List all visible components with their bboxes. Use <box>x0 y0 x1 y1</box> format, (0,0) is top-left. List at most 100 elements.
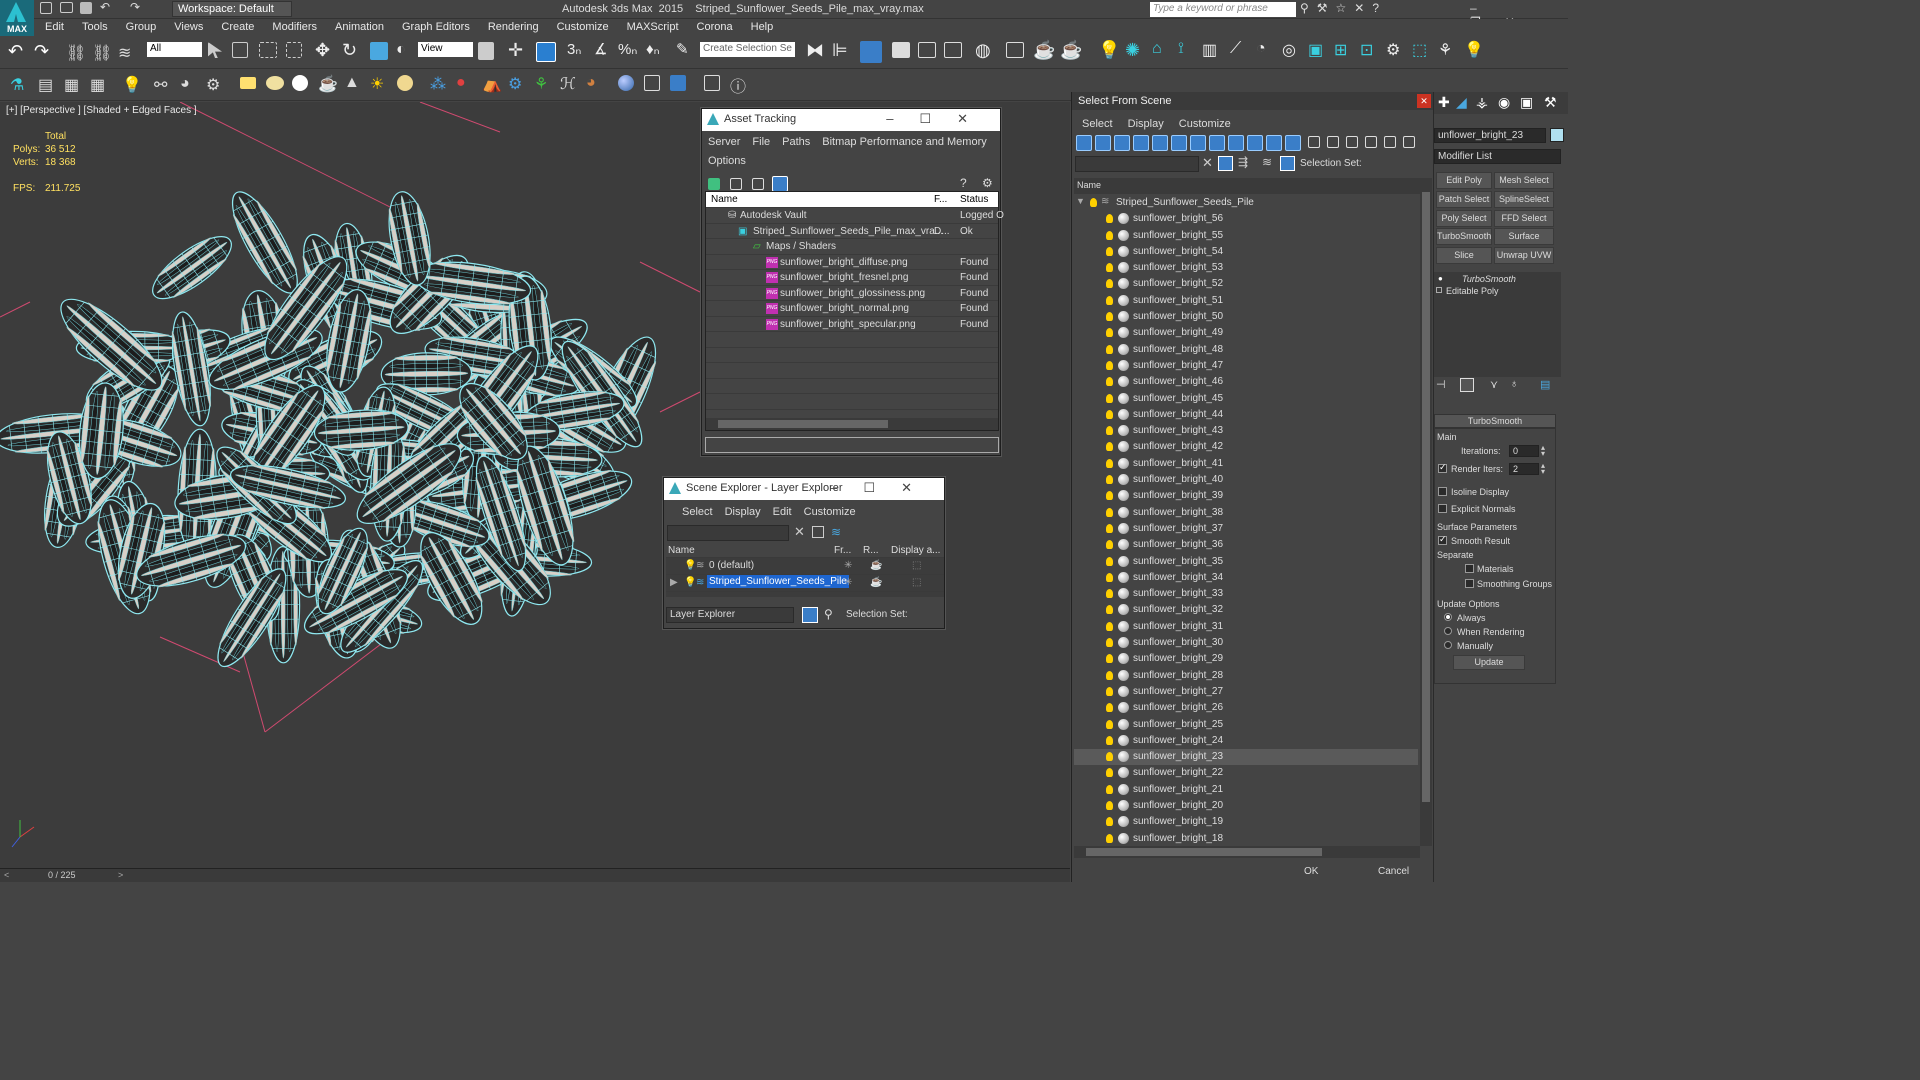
list-view-icon[interactable] <box>730 178 742 190</box>
lightbulb-icon[interactable] <box>1106 442 1113 452</box>
poly-select-button[interactable]: Poly Select <box>1436 210 1492 227</box>
vray-material-icon[interactable]: ⬚ <box>1412 40 1427 60</box>
menu-customize[interactable]: Customize <box>1173 115 1237 133</box>
lightbulb-icon[interactable] <box>1106 735 1113 745</box>
help-icon[interactable]: ? <box>960 176 967 190</box>
align-icon[interactable]: ⊫ <box>832 40 848 61</box>
menu-corona[interactable]: Corona <box>688 19 742 35</box>
menu-tools[interactable]: Tools <box>73 19 117 35</box>
lightbulb-icon[interactable] <box>1106 393 1113 403</box>
corona-converter-icon[interactable]: ▦ <box>90 75 105 95</box>
table-row[interactable]: ▱ Maps / Shaders <box>706 239 998 255</box>
patch-select-button[interactable]: Patch Select <box>1436 191 1492 208</box>
object-name-field[interactable]: unflower_bright_23 <box>1434 128 1546 143</box>
hair-icon[interactable]: ℋ <box>560 74 576 94</box>
column-frozen[interactable]: Fr... <box>834 545 851 556</box>
settings-icon[interactable]: ⚙ <box>982 176 993 190</box>
scale-icon[interactable] <box>370 42 388 60</box>
material-editor-icon[interactable]: ◍ <box>975 40 991 61</box>
scrollbar-thumb[interactable] <box>1086 848 1322 856</box>
table-view-icon[interactable] <box>772 176 788 192</box>
gear-icon[interactable]: ⚙ <box>508 74 522 94</box>
column-name[interactable]: Name <box>668 545 695 556</box>
place-icon[interactable]: ◐ <box>396 41 406 59</box>
menu-bitmap-performance[interactable]: Bitmap Performance and Memory <box>816 133 992 152</box>
vray-sky-icon[interactable]: ⚘ <box>1438 40 1452 60</box>
spline-select-button[interactable]: SplineSelect <box>1494 191 1554 208</box>
lightbulb-icon[interactable] <box>1106 491 1113 501</box>
edit-poly-button[interactable]: Edit Poly <box>1436 172 1492 189</box>
materials-checkbox[interactable] <box>1465 564 1474 573</box>
vray-proxy-icon[interactable]: ▥ <box>1202 40 1217 60</box>
list-item[interactable]: sunflower_bright_27 <box>1074 684 1418 700</box>
frozen-filter-icon[interactable] <box>1266 135 1282 151</box>
curve-editor-icon[interactable] <box>918 42 936 58</box>
lightbulb-icon[interactable] <box>1106 458 1113 468</box>
close-icon[interactable]: ✕ <box>1417 94 1431 108</box>
layer-mode-icon[interactable] <box>802 607 818 623</box>
lightbulb-icon[interactable] <box>1106 654 1113 664</box>
cone-primitive-icon[interactable]: ▲ <box>344 74 360 92</box>
freeze-icon[interactable]: ✳ <box>844 560 852 571</box>
table-row[interactable]: PNG sunflower_bright_specular.png Found <box>706 317 998 332</box>
vray-sun-icon[interactable]: ✺ <box>1125 40 1140 61</box>
lightbulb-icon[interactable] <box>1106 426 1113 436</box>
help-icon[interactable]: ⓘ <box>730 73 746 97</box>
lightbulb-icon[interactable] <box>1090 198 1097 207</box>
lightbulb-icon[interactable] <box>1106 312 1113 322</box>
unlink-icon[interactable]: ⛓ <box>92 43 112 63</box>
list-item[interactable]: sunflower_bright_38 <box>1074 505 1418 521</box>
list-item[interactable]: sunflower_bright_45 <box>1074 391 1418 407</box>
corona-scatter-icon[interactable]: ◕ <box>180 75 190 93</box>
list-item[interactable]: sunflower_bright_32 <box>1074 602 1418 618</box>
link-icon[interactable]: ⛓ <box>66 43 86 63</box>
table-row[interactable]: ▣ Striped_Sunflower_Seeds_Pile_max_vra...… <box>706 224 998 239</box>
sky-dome-icon[interactable] <box>397 75 413 91</box>
unwrap-uvw-button[interactable]: Unwrap UVW <box>1494 247 1554 264</box>
keyboard-shortcut-override-icon[interactable] <box>536 42 556 62</box>
render-setup-icon[interactable] <box>1006 42 1024 58</box>
window-controls[interactable]: –☐✕ <box>886 111 994 127</box>
list-item[interactable]: sunflower_bright_41 <box>1074 456 1418 472</box>
list-item[interactable]: sunflower_bright_34 <box>1074 570 1418 586</box>
corona-light-icon[interactable]: 💡 <box>122 75 142 95</box>
layer-tools-icon[interactable]: ≋ <box>831 525 841 539</box>
rectangular-selection-icon[interactable] <box>259 42 277 58</box>
vray-fur-icon[interactable]: ⟟ <box>1178 40 1184 58</box>
always-radio[interactable] <box>1444 613 1452 621</box>
window-controls[interactable]: –☐✕ <box>830 480 938 496</box>
app-logo[interactable]: MAX <box>0 0 34 36</box>
lightbulb-icon[interactable] <box>1106 572 1113 582</box>
render-production-icon[interactable]: ☕ <box>1060 40 1082 61</box>
render-icon[interactable]: ☕ <box>870 560 882 571</box>
corona-camera-icon[interactable]: ⚙ <box>206 75 220 95</box>
toggle-ribbon-icon[interactable] <box>892 42 910 58</box>
hierarchy-tab-icon[interactable]: ⚶ <box>1476 94 1488 111</box>
menu-customize[interactable]: Customize <box>798 503 862 521</box>
open-file-icon[interactable] <box>60 2 73 13</box>
new-file-icon[interactable] <box>40 2 52 14</box>
list-item-root[interactable]: ▼ ≋ Striped_Sunflower_Seeds_Pile <box>1074 195 1418 211</box>
shapes-filter-icon[interactable] <box>1095 135 1111 151</box>
list-item[interactable]: sunflower_bright_35 <box>1074 554 1418 570</box>
render-element-icon[interactable] <box>644 75 660 91</box>
smoothing-groups-checkbox[interactable] <box>1465 579 1474 588</box>
list-item[interactable]: sunflower_bright_25 <box>1074 717 1418 733</box>
lightbulb-icon[interactable] <box>1106 703 1113 713</box>
display-tab-icon[interactable]: ▣ <box>1520 94 1533 111</box>
list-item[interactable]: sunflower_bright_48 <box>1074 342 1418 358</box>
display-none-icon[interactable] <box>1327 136 1339 148</box>
cameras-filter-icon[interactable] <box>1133 135 1149 151</box>
undo-icon[interactable]: ↶ <box>100 0 110 14</box>
pivot-center-icon[interactable] <box>478 42 494 60</box>
sort-icon[interactable] <box>1384 136 1396 148</box>
capsule-icon[interactable]: ● <box>456 74 466 92</box>
schematic-view-icon[interactable] <box>944 42 962 58</box>
select-manipulate-icon[interactable]: ✛ <box>508 40 523 61</box>
display-icon[interactable]: ⬚ <box>912 560 921 571</box>
list-item[interactable]: sunflower_bright_50 <box>1074 309 1418 325</box>
edit-named-selection-icon[interactable]: ✎ <box>676 40 689 58</box>
list-item[interactable]: sunflower_bright_36 <box>1074 537 1418 553</box>
rotate-icon[interactable]: ↻ <box>342 40 357 61</box>
list-item[interactable]: sunflower_bright_30 <box>1074 635 1418 651</box>
